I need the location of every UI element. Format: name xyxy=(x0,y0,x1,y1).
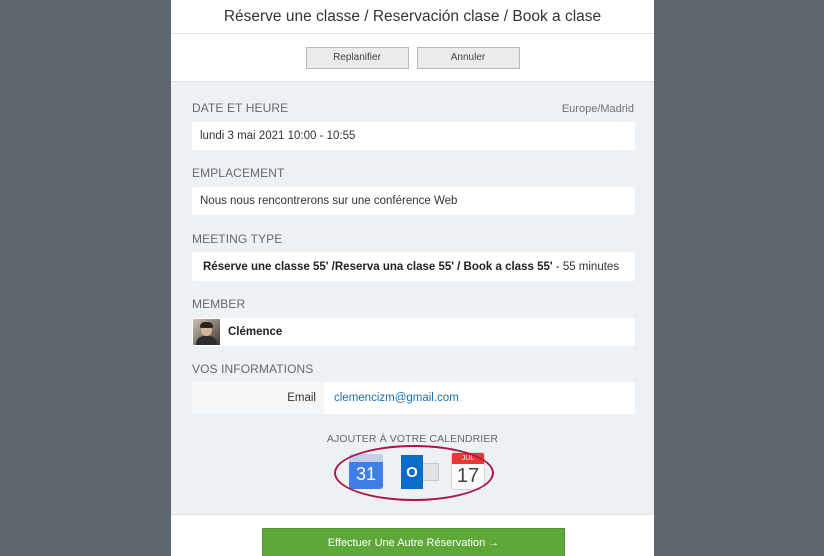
add-to-calendar-label: AJOUTER À VOTRE CALENDRIER xyxy=(326,433,499,445)
new-booking-button[interactable]: Effectuer Une Autre Réservation → xyxy=(262,528,565,556)
your-info-box: Email clemencizm@gmail.com xyxy=(192,382,635,414)
meeting-type-box: Réserve une classe 55' /Reserva una clas… xyxy=(192,252,635,281)
meeting-type-duration: - 55 minutes xyxy=(552,260,620,273)
footer: Effectuer Une Autre Réservation → xyxy=(171,514,654,556)
date-time-label: DATE ET HEURE xyxy=(192,101,289,115)
page-title: Réserve une classe / Reservación clase /… xyxy=(223,7,602,25)
action-bar: Replanifier Annuler xyxy=(171,34,654,82)
email-value: clemencizm@gmail.com xyxy=(334,392,459,404)
page-header: Réserve une classe / Reservación clase /… xyxy=(171,0,654,34)
avatar xyxy=(193,319,220,345)
date-time-box: lundi 3 mai 2021 10:00 - 10:55 xyxy=(192,122,635,150)
cancel-button[interactable]: Annuler xyxy=(416,46,520,69)
your-info-label: VOS INFORMATIONS xyxy=(192,362,314,376)
highlight-ellipse xyxy=(334,445,494,501)
location-label: EMPLACEMENT xyxy=(192,166,285,180)
email-label: Email xyxy=(192,382,324,414)
member-box: Clémence xyxy=(192,318,635,346)
meeting-type-label: MEETING TYPE xyxy=(192,232,283,246)
meeting-type-name: Réserve une classe 55' /Reserva una clas… xyxy=(203,260,553,273)
reschedule-button[interactable]: Replanifier xyxy=(305,46,409,69)
booking-panel: Réserve une classe / Reservación clase /… xyxy=(171,0,654,556)
date-time-value: lundi 3 mai 2021 10:00 - 10:55 xyxy=(200,130,356,142)
location-value: Nous nous rencontrerons sur une conféren… xyxy=(200,195,458,207)
member-label: MEMBER xyxy=(192,297,246,311)
meeting-type-value: Réserve une classe 55' /Reserva una clas… xyxy=(192,261,619,273)
timezone-label: Europe/Madrid xyxy=(561,103,634,115)
member-name: Clémence xyxy=(228,326,283,338)
location-box: Nous nous rencontrerons sur une conféren… xyxy=(192,187,635,215)
